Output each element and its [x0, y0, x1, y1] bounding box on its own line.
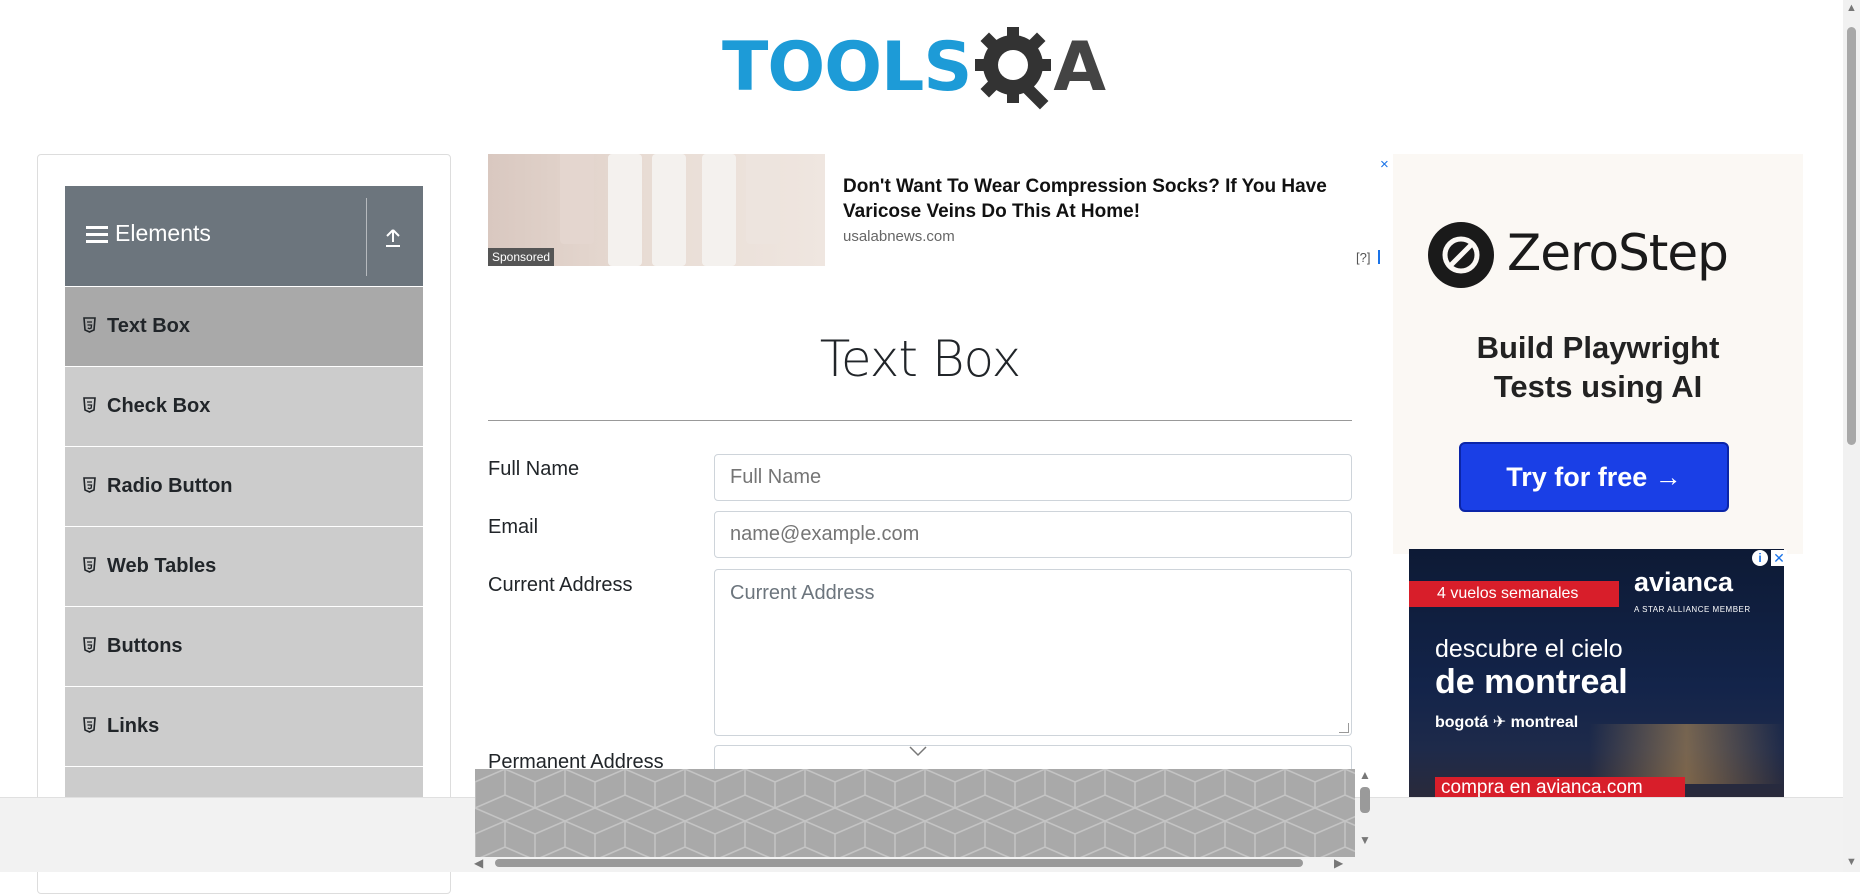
- elements-group-header[interactable]: Elements: [65, 186, 423, 286]
- inner-horizontal-scrollbar[interactable]: ◀ ▶: [470, 855, 1348, 871]
- scroll-up-icon[interactable]: ▲: [1359, 769, 1371, 781]
- ad-image[interactable]: Sponsored: [488, 154, 825, 266]
- page-title: Text Box: [819, 330, 1021, 388]
- sponsored-ad-banner[interactable]: Sponsored Don't Want To Wear Compression…: [488, 154, 1392, 266]
- try-for-free-button[interactable]: Try for free →: [1459, 442, 1729, 512]
- scroll-down-icon[interactable]: ▼: [1359, 834, 1371, 846]
- html5-icon: [83, 397, 96, 413]
- sidebar-item-check-box[interactable]: Check Box: [65, 367, 423, 447]
- scroll-up-icon[interactable]: ▲: [1846, 2, 1857, 14]
- email-label: Email: [488, 516, 539, 538]
- site-logo[interactable]: TOOLS A: [722, 20, 1122, 116]
- gear-magnifier-icon: [973, 25, 1059, 111]
- avianca-ad[interactable]: 4 vuelos semanales avianca A STAR ALLIAN…: [1409, 549, 1784, 799]
- avianca-badge: 4 vuelos semanales: [1409, 581, 1619, 607]
- html5-icon: [83, 477, 96, 493]
- group-title: Elements: [115, 220, 211, 246]
- zerostep-tagline: Build Playwright Tests using AI: [1393, 328, 1803, 406]
- avianca-brand: avianca: [1634, 567, 1734, 597]
- ad-close-icon[interactable]: ×: [1380, 156, 1389, 173]
- inner-vertical-scroll-thumb[interactable]: [1360, 787, 1370, 813]
- sponsored-label: Sponsored: [488, 248, 555, 266]
- current-address-label: Current Address: [488, 574, 633, 596]
- page-vertical-scrollbar[interactable]: ▲ ▼: [1843, 0, 1860, 872]
- zerostep-tagline-line2: Tests using AI: [1493, 369, 1703, 404]
- current-address-placeholder: Current Address: [730, 582, 875, 604]
- avianca-line2: de montreal: [1435, 663, 1628, 701]
- bottom-ad-frame[interactable]: [475, 769, 1355, 857]
- pattern-background: [475, 769, 1355, 857]
- ad-info-icon[interactable]: i: [1752, 550, 1768, 566]
- html5-icon: [83, 637, 96, 653]
- ad-headline[interactable]: Don't Want To Wear Compression Socks? If…: [843, 174, 1383, 224]
- avianca-line1: descubre el cielo: [1435, 635, 1623, 663]
- sidebar-item-text-box[interactable]: Text Box: [65, 287, 423, 367]
- ad-domain[interactable]: usalabnews.com: [843, 228, 955, 245]
- full-name-input[interactable]: [714, 454, 1352, 501]
- resize-handle[interactable]: [1339, 723, 1349, 733]
- html5-icon: [83, 717, 96, 733]
- full-name-label: Full Name: [488, 458, 580, 480]
- sidebar-item-label: Links: [107, 715, 160, 737]
- sidebar-panel: Elements Text Box Check Box Radio Button…: [37, 154, 451, 894]
- zerostep-ad[interactable]: ZeroStep Build Playwright Tests using AI…: [1393, 154, 1803, 554]
- sidebar-menu: Text Box Check Box Radio Button Web Tabl…: [65, 287, 423, 847]
- sidebar-item-label: Radio Button: [107, 475, 233, 497]
- page-scroll-thumb[interactable]: [1847, 27, 1856, 445]
- sidebar-item-radio-button[interactable]: Radio Button: [65, 447, 423, 527]
- sidebar-item-links[interactable]: Links: [65, 687, 423, 767]
- avianca-cta[interactable]: compra en avianca.com: [1435, 777, 1685, 799]
- city-skyline-image: [1589, 724, 1784, 784]
- collapse-arrow-icon[interactable]: [383, 226, 403, 248]
- zerostep-logo-icon: [1428, 222, 1494, 288]
- inner-horizontal-scroll-thumb[interactable]: [495, 859, 1303, 867]
- chevron-down-icon[interactable]: [908, 745, 928, 757]
- avianca-member: A STAR ALLIANCE MEMBER: [1634, 605, 1751, 614]
- sidebar-item-web-tables[interactable]: Web Tables: [65, 527, 423, 607]
- ad-close-icon[interactable]: ✕: [1771, 550, 1787, 566]
- sidebar-item-label: Check Box: [107, 395, 211, 417]
- logo-text-tools: TOOLS: [722, 28, 972, 107]
- ad-help-link[interactable]: [?]: [1356, 250, 1370, 265]
- sidebar-item-label: Web Tables: [107, 555, 217, 577]
- hamburger-icon: [86, 226, 108, 244]
- sidebar-item-label: Buttons: [107, 635, 183, 657]
- sidebar-item-label: Text Box: [107, 315, 190, 337]
- zerostep-tagline-line1: Build Playwright: [1476, 330, 1720, 365]
- zerostep-brand: ZeroStep: [1507, 224, 1729, 282]
- current-address-textarea[interactable]: Current Address: [714, 569, 1352, 736]
- scroll-down-icon[interactable]: ▼: [1846, 856, 1857, 868]
- scroll-left-icon[interactable]: ◀: [474, 857, 483, 869]
- title-divider: [488, 420, 1352, 421]
- adchoices-icon[interactable]: [1378, 250, 1390, 264]
- divider: [366, 198, 367, 276]
- scroll-right-icon[interactable]: ▶: [1334, 857, 1343, 869]
- logo-text-a: A: [1053, 28, 1106, 107]
- html5-icon: [83, 317, 96, 333]
- email-input[interactable]: [714, 511, 1352, 558]
- html5-icon: [83, 557, 96, 573]
- avianca-route: bogotá ✈ montreal: [1435, 714, 1579, 731]
- sidebar-item-buttons[interactable]: Buttons: [65, 607, 423, 687]
